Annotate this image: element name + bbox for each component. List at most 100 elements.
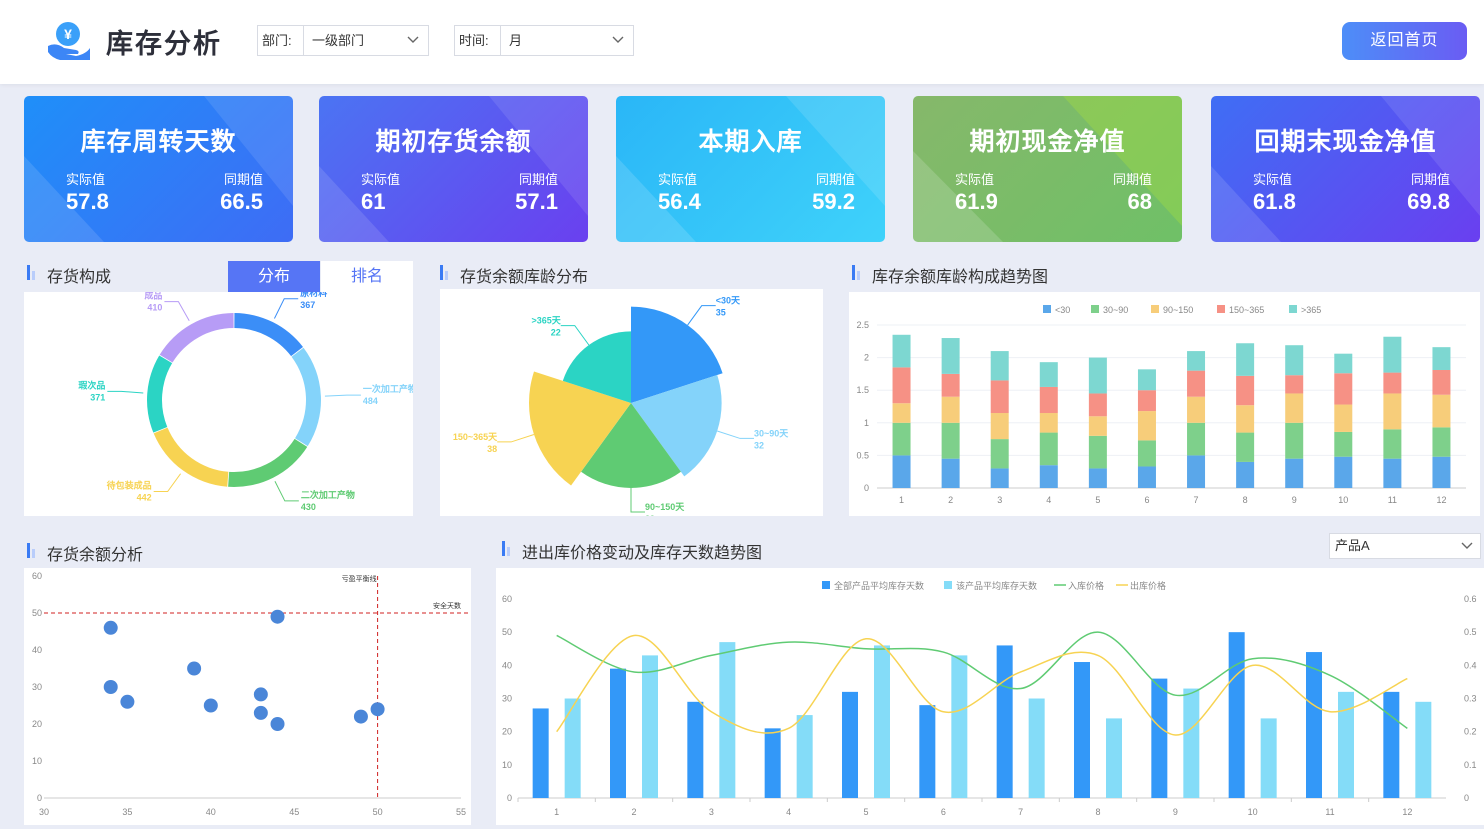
- slice-label: >365天: [531, 316, 561, 326]
- age-distribution-rose-chart: <30天 35 30~90天 32 90~150天 29 150~365天 38 >365天 22: [453, 296, 789, 524]
- bar: [1228, 632, 1245, 798]
- label-leader-line: [717, 430, 755, 439]
- breakeven-label: 亏盈平衡线: [342, 574, 377, 583]
- bar: [1383, 691, 1400, 798]
- bar-segment: [1236, 461, 1255, 488]
- bar-segment: [941, 422, 960, 459]
- slice-value: 484: [363, 396, 378, 406]
- scatter-point: [253, 687, 268, 702]
- x-tick-label: 30: [39, 807, 49, 817]
- kpi-prev-label: 同期值: [815, 172, 855, 187]
- y-tick-label: 0: [507, 793, 512, 803]
- legend-swatch: [944, 581, 952, 589]
- legend-swatch: [1151, 305, 1159, 313]
- bar: [1151, 678, 1168, 798]
- bar-segment: [892, 334, 911, 368]
- kpi-title: 本期入库: [698, 128, 803, 156]
- scatter-point: [353, 709, 368, 724]
- scatter-point: [370, 702, 385, 717]
- time-value: 月: [509, 33, 523, 48]
- section-title-price-trend: 进出库价格变动及库存天数趋势图: [501, 539, 762, 563]
- bar-segment: [1137, 390, 1156, 412]
- y-tick-label: 0: [37, 793, 42, 803]
- legend-label: 全部产品平均库存天数: [834, 580, 924, 591]
- bar: [642, 655, 658, 798]
- kpi-prev-value: 57.1: [515, 189, 558, 214]
- composition-chart-panel: 原材料 367 一次加工产物 484 二次加工产物 430 待包装成品 442 瑕次品 371 成品…: [24, 287, 417, 516]
- donut-slice: [147, 355, 173, 433]
- bar-segment: [1137, 369, 1156, 391]
- bar: [1183, 688, 1200, 798]
- price-trend-chart-panel: 0 10 20 30 40 50 60 0 0.1 0.2 0.3 0.4 0.5 0.6 1 2 3 4 5 6 7 8…: [496, 568, 1484, 825]
- bar-segment: [1088, 357, 1107, 394]
- bar: [842, 691, 858, 798]
- tab-ranking[interactable]: 排名: [321, 261, 413, 292]
- bar-segment: [1334, 456, 1353, 488]
- bar-segment: [1383, 393, 1402, 430]
- bar-segment: [892, 367, 911, 404]
- kpi-title: 回期末现金净值: [1254, 128, 1437, 156]
- y-tick-label: 10: [502, 760, 512, 770]
- y-tick-label: 1.5: [856, 385, 869, 395]
- slice-value: 32: [754, 440, 764, 450]
- x-tick-label: 8: [1095, 807, 1100, 817]
- y2-tick-label: 0.1: [1464, 760, 1477, 770]
- slice-label: 瑕次品: [78, 379, 105, 390]
- slice-value: 38: [487, 444, 497, 454]
- yuan-hand-logo-icon: ¥: [48, 22, 90, 60]
- bar-segment: [1432, 427, 1451, 457]
- donut-slice: [228, 438, 308, 487]
- x-tick-label: 11: [1388, 495, 1397, 505]
- section-title-balance-analysis: 存货余额分析: [26, 541, 143, 565]
- bar-segment: [1285, 345, 1304, 376]
- bar: [951, 655, 968, 798]
- age-trend-chart-panel: 0 0.5 1 1.5 2 2.5 1 2 3 4 5 6 7 8 9 10 11 12 <30 30~90 90~15…: [849, 292, 1480, 516]
- slice-label: 二次加工产物: [301, 489, 355, 500]
- y-tick-label: 1: [864, 418, 869, 428]
- price-trend-combo-chart: 010203040506000.10.20.30.40.50.61 2 3 4 5 6 7 8…: [502, 580, 1477, 817]
- back-home-button[interactable]: 返回首页: [1342, 22, 1467, 60]
- y2-tick-label: 0.6: [1464, 594, 1477, 604]
- time-filter[interactable]: 时间: 月: [454, 25, 634, 56]
- scatter-point: [270, 609, 285, 624]
- y-tick-label: 60: [32, 571, 42, 581]
- kpi-prev-value: 68: [1127, 189, 1152, 214]
- bar: [532, 708, 549, 798]
- x-tick-label: 6: [1144, 495, 1149, 505]
- kpi-actual-label: 实际值: [658, 172, 698, 187]
- bar-segment: [941, 338, 960, 374]
- kpi-actual-value: 57.8: [66, 189, 109, 214]
- scatter-point: [270, 717, 285, 731]
- tab-distribution[interactable]: 分布: [228, 261, 320, 292]
- y-tick-label: 2.5: [856, 320, 869, 330]
- time-label: 时间:: [455, 26, 501, 55]
- x-tick-label: 3: [709, 807, 714, 817]
- y-tick-label: 40: [32, 645, 42, 655]
- label-leader-line: [687, 305, 716, 326]
- x-tick-label: 7: [1018, 807, 1023, 817]
- y-tick-label: 0.5: [856, 450, 869, 460]
- label-leader-line: [273, 298, 299, 319]
- slice-value: 410: [147, 303, 162, 313]
- balance-chart-panel: 0 10 20 30 40 50 60 30 35 40 45 50 55 亏盈平衡线 安全天数: [24, 568, 471, 825]
- x-tick-label: 4: [1046, 495, 1051, 505]
- y-tick-label: 30: [502, 694, 512, 704]
- bar-segment: [1383, 372, 1402, 394]
- y2-tick-label: 0.2: [1464, 727, 1477, 737]
- bar-segment: [1236, 405, 1255, 433]
- department-filter[interactable]: 部门: 一级部门: [257, 25, 429, 56]
- legend-label: <30: [1055, 305, 1070, 315]
- y-tick-label: 50: [32, 608, 42, 618]
- legend-label: 出库价格: [1130, 580, 1166, 591]
- product-select[interactable]: 产品A: [1329, 533, 1481, 559]
- bar-segment: [990, 380, 1009, 414]
- kpi-prev-label: 同期值: [223, 172, 263, 187]
- legend-label: 90~150: [1163, 305, 1193, 315]
- bar-segment: [1236, 432, 1255, 462]
- scatter-point: [103, 680, 118, 694]
- department-value: 一级部门: [312, 33, 365, 48]
- x-tick-label: 50: [373, 807, 383, 817]
- product-select-value: 产品A: [1335, 538, 1370, 553]
- donut-slice: [153, 427, 229, 487]
- label-leader-line: [324, 394, 361, 397]
